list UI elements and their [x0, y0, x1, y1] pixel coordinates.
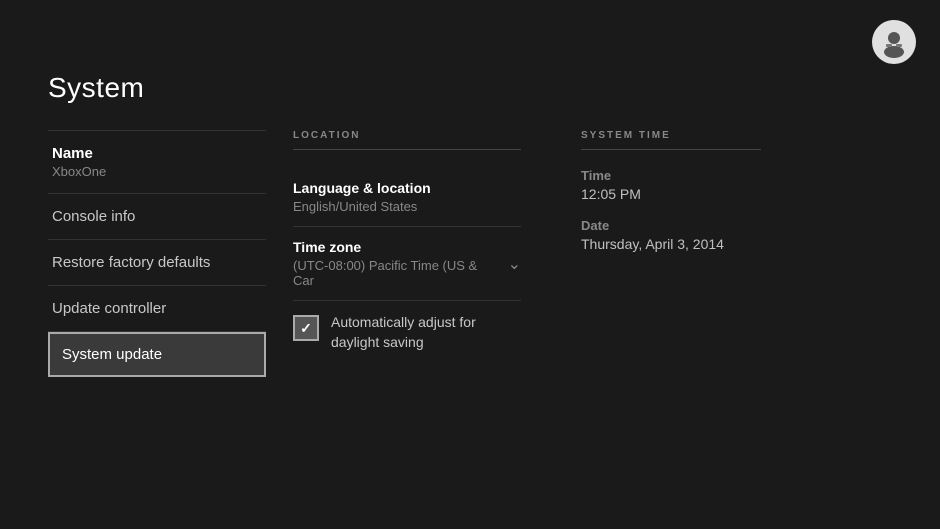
daylight-saving-checkbox[interactable]: ✓ [293, 315, 319, 341]
timezone-row: Time zone (UTC-08:00) Pacific Time (US &… [293, 239, 521, 288]
sidebar-item-system-update[interactable]: System update [48, 332, 266, 377]
timezone-value: (UTC-08:00) Pacific Time (US & Car [293, 258, 502, 288]
timezone-dropdown-arrow: ⌄ [508, 254, 521, 274]
sidebar-item-console-info[interactable]: Console info [48, 194, 266, 240]
time-group: Time 12:05 PM [581, 168, 761, 202]
sidebar: Name XboxOne Console info Restore factor… [48, 130, 266, 377]
daylight-saving-label: Automatically adjust for daylight saving [331, 313, 521, 352]
user-avatar[interactable] [872, 20, 916, 64]
sidebar-item-name[interactable]: Name XboxOne [48, 130, 266, 194]
date-label: Date [581, 218, 761, 233]
timezone-label: Time zone [293, 239, 502, 255]
sidebar-item-update-controller[interactable]: Update controller [48, 286, 266, 332]
daylight-saving-row: ✓ Automatically adjust for daylight savi… [293, 301, 521, 364]
checkbox-checkmark: ✓ [300, 320, 312, 337]
main-content: LOCATION Language & location English/Uni… [293, 130, 940, 364]
language-location-group[interactable]: Language & location English/United State… [293, 168, 521, 227]
date-value: Thursday, April 3, 2014 [581, 236, 761, 252]
system-time-title: SYSTEM TIME [581, 130, 761, 150]
location-section: LOCATION Language & location English/Uni… [293, 130, 541, 364]
timezone-group[interactable]: Time zone (UTC-08:00) Pacific Time (US &… [293, 227, 521, 301]
language-label: Language & location [293, 180, 521, 196]
sidebar-item-restore-factory[interactable]: Restore factory defaults [48, 240, 266, 286]
time-label: Time [581, 168, 761, 183]
location-section-title: LOCATION [293, 130, 521, 150]
system-time-section: SYSTEM TIME Time 12:05 PM Date Thursday,… [541, 130, 761, 364]
page-title: System [48, 72, 144, 104]
language-value: English/United States [293, 199, 521, 214]
date-group: Date Thursday, April 3, 2014 [581, 218, 761, 252]
time-value: 12:05 PM [581, 186, 761, 202]
